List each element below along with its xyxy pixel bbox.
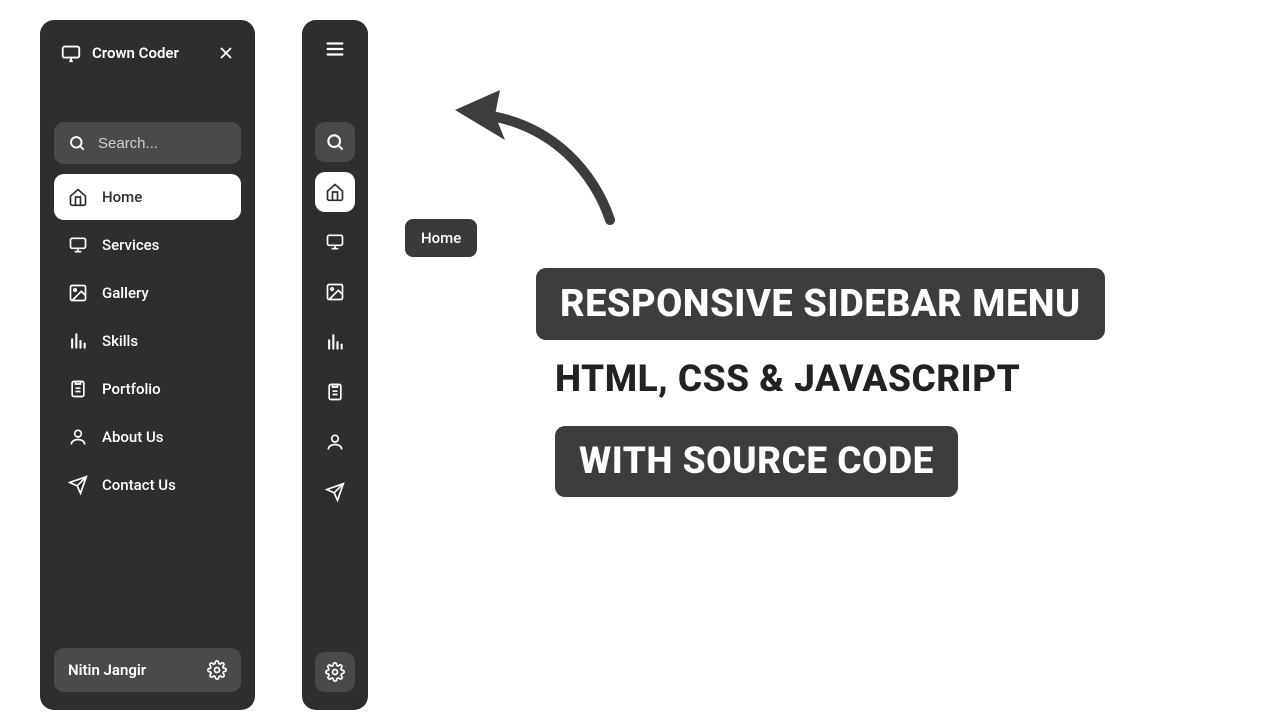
sidebar-nav: Home Services Gallery Skills Portfolio: [54, 174, 241, 508]
brand-title: Crown Coder: [92, 44, 207, 62]
collapsed-item-home[interactable]: [315, 172, 355, 212]
collapsed-item-services[interactable]: [315, 222, 355, 262]
sidebar-item-contact[interactable]: Contact Us: [54, 462, 241, 508]
hamburger-icon[interactable]: [324, 38, 346, 60]
send-icon: [68, 475, 88, 495]
bars-icon: [68, 331, 88, 351]
sidebar-item-label: About Us: [102, 428, 164, 446]
sidebar-item-services[interactable]: Services: [54, 222, 241, 268]
title-line-1: RESPONSIVE SIDEBAR MENU: [536, 268, 1105, 340]
search-icon: [68, 134, 86, 152]
title-line-3: WITH SOURCE CODE: [555, 426, 958, 497]
user-icon: [68, 427, 88, 447]
sidebar-item-about[interactable]: About Us: [54, 414, 241, 460]
gear-icon[interactable]: [207, 660, 227, 680]
sidebar-item-label: Services: [102, 236, 159, 254]
collapsed-item-gallery[interactable]: [315, 272, 355, 312]
clipboard-icon: [68, 379, 88, 399]
search-icon: [325, 132, 345, 152]
sidebar-header: Crown Coder: [54, 38, 241, 64]
sidebar-item-home[interactable]: Home: [54, 174, 241, 220]
crown-logo-icon: [60, 42, 82, 64]
clipboard-icon: [325, 382, 345, 402]
collapsed-item-skills[interactable]: [315, 322, 355, 362]
send-icon: [325, 482, 345, 502]
sidebar-collapsed: [302, 20, 368, 710]
bars-icon: [325, 332, 345, 352]
title-line-2: HTML, CSS & JAVASCRIPT: [555, 358, 1020, 401]
sidebar-expanded: Crown Coder Home Services Gallery: [40, 20, 255, 710]
sidebar-item-label: Contact Us: [102, 476, 176, 494]
monitor-icon: [325, 232, 345, 252]
monitor-icon: [68, 235, 88, 255]
collapsed-item-about[interactable]: [315, 422, 355, 462]
sidebar-item-label: Gallery: [102, 284, 149, 302]
home-icon: [325, 182, 345, 202]
sidebar-item-label: Home: [102, 188, 142, 206]
arrow-icon: [445, 75, 625, 225]
sidebar-footer[interactable]: Nitin Jangir: [54, 648, 241, 692]
search-input-wrap[interactable]: [54, 122, 241, 164]
sidebar-item-label: Skills: [102, 332, 138, 350]
sidebar-item-portfolio[interactable]: Portfolio: [54, 366, 241, 412]
user-icon: [325, 432, 345, 452]
sidebar-item-label: Portfolio: [102, 380, 161, 398]
image-icon: [325, 282, 345, 302]
home-icon: [68, 187, 88, 207]
search-input[interactable]: [98, 135, 227, 152]
collapsed-footer-gear[interactable]: [315, 652, 355, 692]
sidebar-item-gallery[interactable]: Gallery: [54, 270, 241, 316]
close-icon[interactable]: [217, 44, 235, 62]
image-icon: [68, 283, 88, 303]
sidebar-item-skills[interactable]: Skills: [54, 318, 241, 364]
collapsed-item-portfolio[interactable]: [315, 372, 355, 412]
gear-icon: [325, 662, 345, 682]
user-name: Nitin Jangir: [68, 661, 207, 679]
collapsed-item-contact[interactable]: [315, 472, 355, 512]
collapsed-search[interactable]: [315, 122, 355, 162]
